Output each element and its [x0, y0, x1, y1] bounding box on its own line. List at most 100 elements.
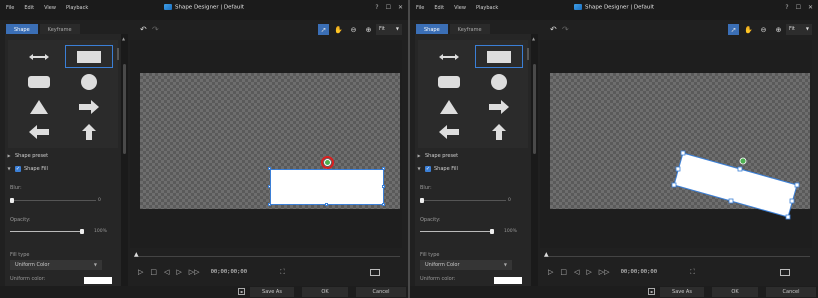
shape-fill-checkbox[interactable]: ✓	[425, 165, 431, 172]
shape-grid-scroll-thumb[interactable]	[117, 48, 119, 60]
shape-circle[interactable]	[64, 69, 114, 94]
shape-up-arrow[interactable]	[474, 119, 524, 144]
resize-handle[interactable]	[382, 203, 385, 206]
maximize-button[interactable]: ☐	[386, 4, 391, 11]
shape-left-arrow[interactable]	[14, 119, 64, 144]
resize-handle[interactable]	[382, 185, 385, 188]
rotate-handle-icon[interactable]	[324, 159, 331, 166]
slider-knob[interactable]	[490, 229, 494, 234]
shape-grid-scroll-thumb[interactable]	[527, 48, 529, 60]
undo-icon[interactable]: ↶	[140, 25, 147, 34]
select-icon[interactable]: ➚	[728, 24, 739, 35]
shape-double-arrow[interactable]	[14, 44, 64, 69]
close-button[interactable]: ✕	[398, 4, 403, 11]
playhead-icon[interactable]: ▲	[134, 251, 139, 258]
fullscreen-icon[interactable]: ⛶	[690, 268, 695, 277]
undo-icon[interactable]: ↶	[550, 25, 557, 34]
stop-icon[interactable]: □	[560, 268, 567, 276]
save-as-button[interactable]: Save As	[250, 287, 294, 297]
shape-right-arrow[interactable]	[474, 94, 524, 119]
section-shape-preset[interactable]: ▶ Shape preset	[416, 150, 530, 161]
resize-handle[interactable]	[268, 203, 271, 206]
resize-handle[interactable]	[675, 166, 681, 172]
scroll-up-icon[interactable]: ▲	[532, 36, 535, 41]
fill-type-dropdown[interactable]: Uniform Color ▼	[10, 260, 102, 270]
zoom-in-icon[interactable]: ⊕	[363, 24, 374, 35]
resize-handle[interactable]	[737, 166, 743, 172]
blur-slider[interactable]	[420, 196, 506, 204]
fullscreen-icon[interactable]: ⛶	[280, 268, 285, 277]
help-button[interactable]: ?	[785, 4, 788, 11]
next-frame-icon[interactable]: ▷	[176, 268, 181, 276]
shape-right-arrow[interactable]	[64, 94, 114, 119]
redo-icon[interactable]: ↷	[152, 25, 159, 34]
resize-handle[interactable]	[382, 167, 385, 170]
opacity-slider[interactable]	[420, 227, 494, 235]
section-shape-fill[interactable]: ▼ ✓ Shape Fill	[416, 163, 530, 174]
rotated-rectangle-shape[interactable]	[673, 152, 798, 218]
save-icon[interactable]: ▪	[238, 288, 245, 295]
shape-circle[interactable]	[474, 69, 524, 94]
scroll-thumb[interactable]	[533, 64, 536, 154]
scroll-up-icon[interactable]: ▲	[122, 36, 125, 41]
section-shape-fill[interactable]: ▼ ✓ Shape Fill	[6, 163, 120, 174]
previous-frame-icon[interactable]: ◁	[574, 268, 579, 276]
resize-handle[interactable]	[671, 182, 677, 188]
zoom-out-icon[interactable]: ⊖	[758, 24, 769, 35]
redo-icon[interactable]: ↷	[562, 25, 569, 34]
maximize-button[interactable]: ☐	[796, 4, 801, 11]
shape-rounded-rectangle[interactable]	[14, 69, 64, 94]
stop-icon[interactable]: □	[150, 268, 157, 276]
next-frame-icon[interactable]: ▷	[586, 268, 591, 276]
shape-double-arrow[interactable]	[424, 44, 474, 69]
resize-handle[interactable]	[268, 167, 271, 170]
zoom-dropdown[interactable]: Fit ▼	[786, 24, 812, 35]
shape-fill-checkbox[interactable]: ✓	[15, 165, 21, 172]
select-icon[interactable]: ➚	[318, 24, 329, 35]
timeline-track[interactable]	[138, 256, 400, 257]
resize-handle[interactable]	[325, 203, 328, 206]
scroll-thumb[interactable]	[123, 64, 126, 154]
blur-slider[interactable]	[10, 196, 96, 204]
help-button[interactable]: ?	[375, 4, 378, 11]
rotate-handle-icon[interactable]	[739, 157, 747, 165]
shape-grid-scrollbar[interactable]	[526, 44, 530, 148]
resize-handle[interactable]	[785, 214, 791, 220]
cancel-button[interactable]: Cancel	[356, 287, 406, 297]
uniform-color-swatch[interactable]	[494, 277, 522, 284]
timeline[interactable]: ▲	[540, 250, 812, 264]
zoom-in-icon[interactable]: ⊕	[773, 24, 784, 35]
save-as-button[interactable]: Save As	[660, 287, 704, 297]
play-icon[interactable]: ▷	[138, 268, 143, 276]
opacity-slider[interactable]	[10, 227, 84, 235]
aspect-ratio-icon[interactable]	[370, 269, 380, 276]
playhead-icon[interactable]: ▲	[544, 251, 549, 258]
shape-triangle[interactable]	[424, 94, 474, 119]
play-icon[interactable]: ▷	[548, 268, 553, 276]
shape-rectangle[interactable]	[474, 44, 524, 69]
resize-handle[interactable]	[794, 182, 800, 188]
properties-scrollbar[interactable]: ▲ ▼	[121, 34, 128, 294]
shape-up-arrow[interactable]	[64, 119, 114, 144]
shape-grid-scrollbar[interactable]	[116, 44, 120, 148]
previous-frame-icon[interactable]: ◁	[164, 268, 169, 276]
resize-handle[interactable]	[789, 198, 795, 204]
slider-knob[interactable]	[10, 198, 14, 203]
hand-icon[interactable]: ✋	[743, 24, 754, 35]
section-shape-preset[interactable]: ▶ Shape preset	[6, 150, 120, 161]
ok-button[interactable]: OK	[712, 287, 758, 297]
timeline-track[interactable]	[548, 256, 810, 257]
resize-handle[interactable]	[680, 150, 686, 156]
slider-knob[interactable]	[80, 229, 84, 234]
cancel-button[interactable]: Cancel	[766, 287, 816, 297]
zoom-out-icon[interactable]: ⊖	[348, 24, 359, 35]
aspect-ratio-icon[interactable]	[780, 269, 790, 276]
shape-rectangle[interactable]	[64, 44, 114, 69]
fill-type-dropdown[interactable]: Uniform Color ▼	[420, 260, 512, 270]
shape-triangle[interactable]	[14, 94, 64, 119]
fast-forward-icon[interactable]: ▷▷	[189, 268, 200, 276]
close-button[interactable]: ✕	[808, 4, 813, 11]
ok-button[interactable]: OK	[302, 287, 348, 297]
timeline[interactable]: ▲	[130, 250, 402, 264]
rectangle-shape[interactable]	[270, 169, 384, 205]
